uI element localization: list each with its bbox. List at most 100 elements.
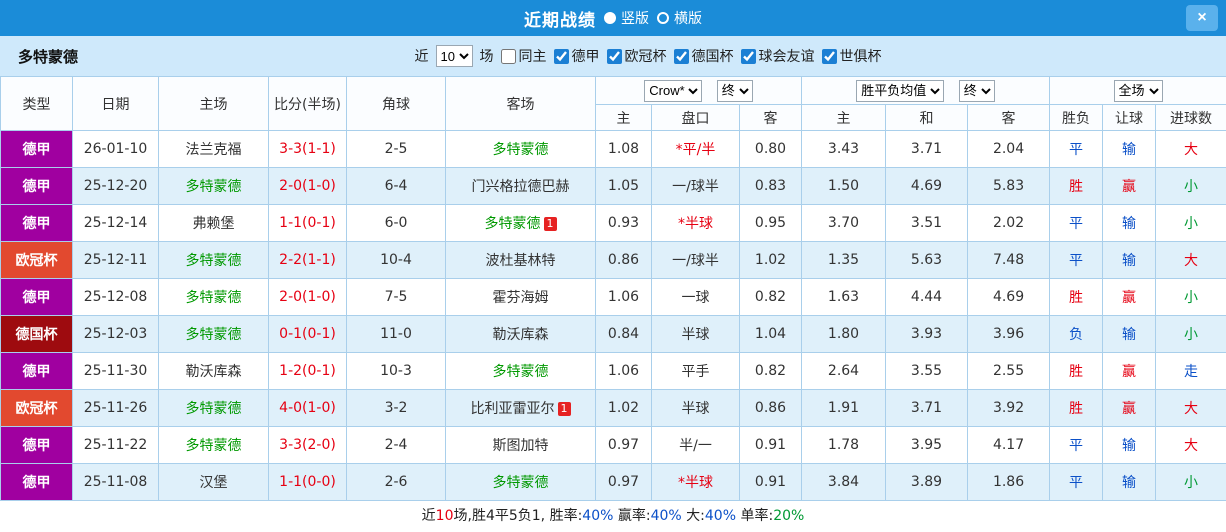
euro-win-odds-cell: 1.91 xyxy=(801,389,887,427)
subheader-draw: 和 xyxy=(885,104,969,131)
subheader-goals: 进球数 xyxy=(1155,104,1226,131)
away-team-cell: 比利亚雷亚尔 1 xyxy=(445,389,596,427)
footer-segment: 40% xyxy=(704,508,737,524)
handicap-cell: 半/一 xyxy=(651,426,740,464)
checkbox-input[interactable] xyxy=(740,48,756,64)
euro-draw-odds-cell: 3.71 xyxy=(885,389,969,427)
home-team-cell: 多特蒙德 xyxy=(158,389,269,427)
checkbox-input[interactable] xyxy=(821,48,837,64)
euro-win-odds-cell: 1.63 xyxy=(801,278,887,316)
result-cell: 负 xyxy=(1049,315,1104,353)
euro-win-odds-cell: 1.35 xyxy=(801,241,887,279)
score-cell: 1-1(0-1) xyxy=(268,204,347,242)
header-corners: 角球 xyxy=(346,76,446,131)
home-team-name: 多特蒙德 xyxy=(185,401,242,417)
away-team-cell: 多特蒙德 xyxy=(445,352,596,390)
date-cell: 25-12-11 xyxy=(72,241,159,279)
radio-selected-icon xyxy=(604,12,616,24)
spread-result-cell: 输 xyxy=(1102,463,1157,501)
asia-away-odds-cell: 0.91 xyxy=(738,426,803,464)
corners-cell: 2-6 xyxy=(346,463,446,501)
home-team-cell: 弗赖堡 xyxy=(158,204,269,242)
checkbox-input[interactable] xyxy=(606,48,622,64)
scope-controls: 全场 xyxy=(1049,76,1226,105)
header-date: 日期 xyxy=(72,76,159,131)
date-cell: 25-11-26 xyxy=(72,389,159,427)
euro-lose-odds-cell: 3.92 xyxy=(967,389,1051,427)
away-team-cell: 霍芬海姆 xyxy=(445,278,596,316)
subheader-result: 胜负 xyxy=(1049,104,1104,131)
home-team-cell: 多特蒙德 xyxy=(158,426,269,464)
asia-home-odds-cell: 0.86 xyxy=(595,241,652,279)
recent-results-window: 近期战绩 竖版 横版 × 多特蒙德 近 10 场 同主 德甲 欧冠杯 德国杯 球会友谊世… xyxy=(0,0,1226,532)
goals-result-cell: 小 xyxy=(1155,278,1226,316)
subheader-lose: 客 xyxy=(967,104,1051,131)
europe-time-select[interactable]: 终 xyxy=(958,79,995,102)
layout-option-vertical[interactable]: 竖版 xyxy=(604,8,649,28)
goals-result-cell: 大 xyxy=(1155,241,1226,279)
score-cell: 2-0(1-0) xyxy=(268,278,347,316)
euro-lose-odds-cell: 3.96 xyxy=(967,315,1051,353)
date-cell: 25-12-03 xyxy=(72,315,159,353)
league-badge: 德甲 xyxy=(0,426,73,464)
europe-odds-select[interactable]: 胜平负均值 xyxy=(856,79,945,102)
red-card-badge: 1 xyxy=(543,217,557,231)
euro-draw-odds-cell: 3.95 xyxy=(885,426,969,464)
subheader-win: 主 xyxy=(801,104,887,131)
filter-checkbox-4[interactable]: 球会友谊 xyxy=(740,46,815,66)
date-cell: 25-11-30 xyxy=(72,352,159,390)
goals-result-cell: 大 xyxy=(1155,389,1226,427)
handicap-cell: 一/球半 xyxy=(651,241,740,279)
home-team-cell: 法兰克福 xyxy=(158,130,269,168)
goals-result-cell: 小 xyxy=(1155,204,1226,242)
odds-company-select[interactable]: Crow* xyxy=(644,79,703,102)
euro-draw-odds-cell: 4.44 xyxy=(885,278,969,316)
filter-checkbox-1[interactable]: 德甲 xyxy=(553,46,600,66)
goals-result-cell: 小 xyxy=(1155,463,1226,501)
layout-option-horizontal[interactable]: 横版 xyxy=(657,8,702,28)
spread-result-cell: 输 xyxy=(1102,204,1157,242)
corners-cell: 3-2 xyxy=(346,389,446,427)
scope-select[interactable]: 全场 xyxy=(1113,79,1163,102)
asia-home-odds-cell: 0.97 xyxy=(595,426,652,464)
filter-checkbox-5[interactable]: 世俱杯 xyxy=(821,46,882,66)
euro-lose-odds-cell: 7.48 xyxy=(967,241,1051,279)
home-team-name: 汉堡 xyxy=(199,475,228,491)
euro-lose-odds-cell: 4.69 xyxy=(967,278,1051,316)
filter-checkbox-0[interactable]: 同主 xyxy=(500,46,547,66)
score-cell: 3-3(2-0) xyxy=(268,426,347,464)
filterbar: 多特蒙德 近 10 场 同主 德甲 欧冠杯 德国杯 球会友谊 世俱杯 xyxy=(0,36,1226,76)
score-cell: 4-0(1-0) xyxy=(268,389,347,427)
match-count-select[interactable]: 10 xyxy=(435,45,473,67)
filter-checkbox-3[interactable]: 德国杯 xyxy=(673,46,734,66)
footer-segment: 40% xyxy=(650,508,682,524)
euro-draw-odds-cell: 3.51 xyxy=(885,204,969,242)
away-team-name: 多特蒙德 xyxy=(484,216,541,232)
close-button[interactable]: × xyxy=(1186,5,1218,31)
odds-time-select[interactable]: 终 xyxy=(716,79,753,102)
checkbox-input[interactable] xyxy=(673,48,689,64)
home-team-name: 多特蒙德 xyxy=(185,179,242,195)
goals-result-cell: 走 xyxy=(1155,352,1226,390)
checkbox-input[interactable] xyxy=(500,48,516,64)
spread-result-cell: 输 xyxy=(1102,130,1157,168)
away-team-cell: 波杜基林特 xyxy=(445,241,596,279)
spread-result-cell: 输 xyxy=(1102,426,1157,464)
filter-checkbox-2[interactable]: 欧冠杯 xyxy=(606,46,667,66)
checkbox-input[interactable] xyxy=(553,48,569,64)
footer-segment: 赢率: xyxy=(613,508,651,524)
layout-option-label: 竖版 xyxy=(621,11,649,27)
summary-footer: 近10场,胜4平5负1, 胜率:40% 赢率:40% 大:40% 单率:20% xyxy=(0,501,1226,532)
euro-lose-odds-cell: 1.86 xyxy=(967,463,1051,501)
subheader-spread: 让球 xyxy=(1102,104,1157,131)
result-cell: 平 xyxy=(1049,130,1104,168)
score-cell: 1-1(0-0) xyxy=(268,463,347,501)
asia-away-odds-cell: 0.86 xyxy=(738,389,803,427)
euro-win-odds-cell: 3.70 xyxy=(801,204,887,242)
corners-cell: 2-5 xyxy=(346,130,446,168)
asia-away-odds-cell: 1.04 xyxy=(738,315,803,353)
results-table: 类型 日期 主场 比分(半场) 角球 客场 Crow* 终 胜平负均值 终 全场 xyxy=(0,76,1226,501)
league-badge: 德甲 xyxy=(0,463,73,501)
handicap-cell: 半球 xyxy=(651,389,740,427)
table-row: 德甲 25-12-08 多特蒙德 2-0(1-0) 7-5 霍芬海姆 1.06 … xyxy=(0,278,1226,316)
